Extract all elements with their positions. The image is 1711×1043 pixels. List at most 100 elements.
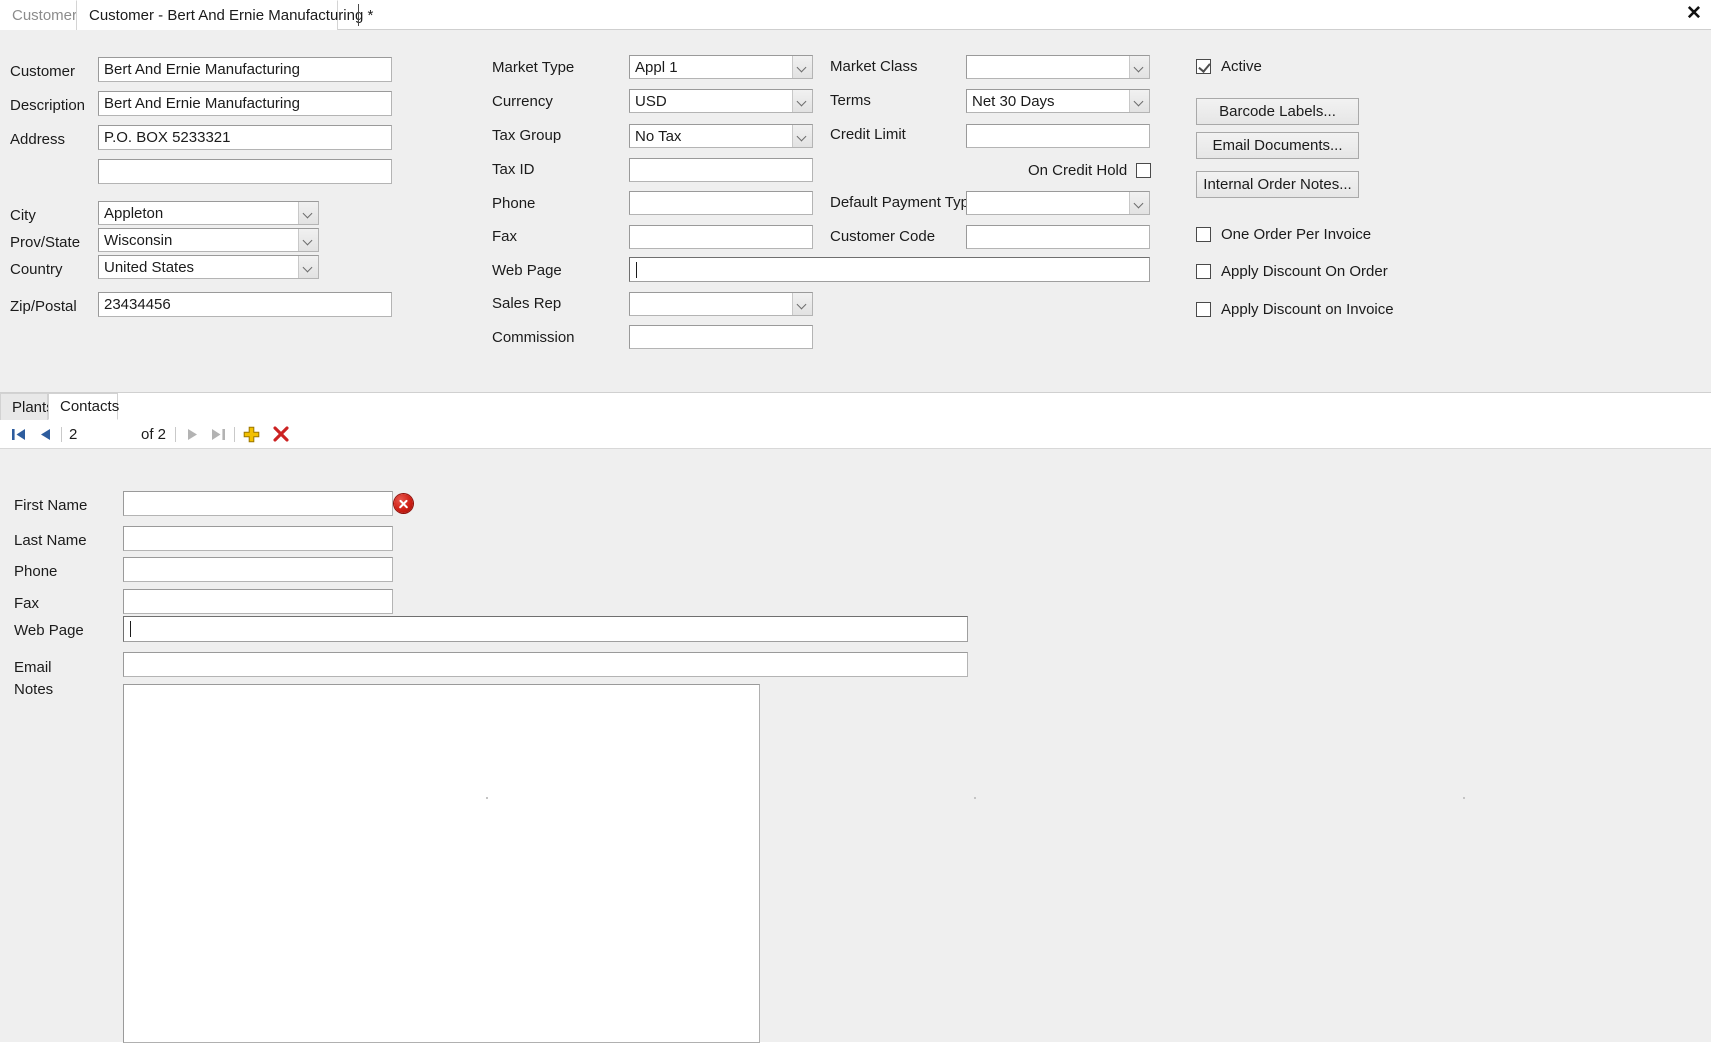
chevron-down-icon[interactable] — [1129, 56, 1149, 78]
record-navigation-toolbar: 2 of 2 — [0, 420, 1711, 448]
close-icon[interactable]: ✕ — [1683, 2, 1705, 24]
main-tab-strip: Customers Customer - Bert And Ernie Manu… — [0, 0, 1711, 30]
address-label: Address — [10, 131, 66, 148]
tab-customer-detail-label: Customer - Bert And Ernie Manufacturing … — [89, 7, 374, 24]
barcode-labels-button[interactable]: Barcode Labels... — [1196, 98, 1359, 125]
sub-tab-plants[interactable]: Plants — [0, 393, 54, 420]
terms-combobox[interactable]: Net 30 Days — [966, 89, 1150, 113]
on-credit-hold-checkbox[interactable]: On Credit Hold — [1028, 162, 1152, 179]
chevron-down-icon[interactable] — [298, 256, 318, 278]
sales-rep-combobox[interactable] — [629, 292, 813, 316]
prov-state-combobox[interactable]: Wisconsin — [98, 228, 319, 252]
contact-web-page-label: Web Page — [14, 622, 84, 639]
email-documents-button[interactable]: Email Documents... — [1196, 132, 1359, 159]
error-icon[interactable] — [394, 494, 413, 513]
contact-phone-label: Phone — [14, 563, 58, 580]
description-input[interactable]: Bert And Ernie Manufacturing — [98, 91, 392, 116]
previous-record-icon[interactable] — [32, 421, 58, 447]
zip-postal-label: Zip/Postal — [10, 298, 77, 315]
chevron-down-icon[interactable] — [298, 202, 318, 224]
market-type-combobox[interactable]: Appl 1 — [629, 55, 813, 79]
checkbox-box[interactable] — [1196, 302, 1211, 317]
apply-discount-on-invoice-label: Apply Discount on Invoice — [1221, 301, 1394, 318]
credit-limit-label: Credit Limit — [830, 126, 906, 143]
checkbox-box[interactable] — [1196, 227, 1211, 242]
currency-combobox[interactable]: USD — [629, 89, 813, 113]
delete-record-icon[interactable] — [268, 421, 294, 447]
default-payment-type-combobox[interactable] — [966, 191, 1150, 215]
apply-discount-on-order-checkbox[interactable]: Apply Discount On Order — [1196, 263, 1388, 280]
prov-state-value: Wisconsin — [104, 231, 173, 249]
contact-detail-panel: First Name Last Name Phone Fax Web Page … — [0, 448, 1711, 1043]
one-order-per-invoice-checkbox[interactable]: One Order Per Invoice — [1196, 226, 1371, 243]
fax-input[interactable] — [629, 225, 813, 249]
commission-label: Commission — [492, 329, 575, 346]
text-caret — [130, 621, 131, 637]
country-value: United States — [104, 258, 195, 276]
chevron-down-icon[interactable] — [792, 56, 812, 78]
currency-value: USD — [635, 92, 667, 110]
currency-label: Currency — [492, 93, 553, 110]
first-record-icon[interactable] — [6, 421, 32, 447]
commission-input[interactable] — [629, 325, 813, 349]
chevron-down-icon[interactable] — [792, 293, 812, 315]
last-name-label: Last Name — [14, 532, 87, 549]
on-credit-hold-label: On Credit Hold — [1028, 162, 1128, 179]
web-page-label: Web Page — [492, 262, 562, 279]
chevron-down-icon[interactable] — [1129, 90, 1149, 112]
web-page-input[interactable] — [629, 257, 1150, 282]
chevron-down-icon[interactable] — [1129, 192, 1149, 214]
phone-input[interactable] — [629, 191, 813, 215]
contact-notes-label: Notes — [14, 681, 54, 694]
terms-value: Net 30 Days — [972, 92, 1055, 110]
contact-notes-textarea[interactable] — [123, 684, 760, 1043]
contact-email-input[interactable] — [123, 652, 968, 677]
tax-group-label: Tax Group — [492, 127, 562, 144]
last-name-input[interactable] — [123, 526, 393, 551]
chevron-down-icon[interactable] — [298, 229, 318, 251]
market-class-label: Market Class — [830, 58, 918, 75]
checkbox-box[interactable] — [1136, 163, 1152, 178]
current-record-input[interactable]: 2 — [65, 424, 117, 444]
checkbox-box[interactable] — [1196, 264, 1211, 279]
credit-limit-input[interactable] — [966, 124, 1150, 148]
chevron-down-icon[interactable] — [792, 90, 812, 112]
contact-fax-input[interactable] — [123, 589, 393, 614]
chevron-down-icon[interactable] — [792, 125, 812, 147]
tax-group-combobox[interactable]: No Tax — [629, 124, 813, 148]
first-name-input[interactable] — [123, 491, 393, 516]
tab-customers[interactable]: Customers — [0, 0, 85, 30]
add-record-icon[interactable] — [238, 421, 264, 447]
contact-phone-input[interactable] — [123, 557, 393, 582]
sub-tab-contacts[interactable]: Contacts — [48, 393, 120, 420]
country-combobox[interactable]: United States — [98, 255, 319, 279]
address-line2-input[interactable] — [98, 159, 392, 184]
tax-group-value: No Tax — [635, 127, 682, 145]
city-label: City — [10, 207, 36, 224]
sub-tab-contacts-label: Contacts — [60, 398, 120, 415]
customer-code-input[interactable] — [966, 225, 1150, 249]
first-name-label: First Name — [14, 497, 88, 514]
tab-caret — [358, 4, 359, 26]
market-class-combobox[interactable] — [966, 55, 1150, 79]
sales-rep-label: Sales Rep — [492, 295, 562, 312]
last-record-icon[interactable] — [205, 421, 231, 447]
contact-web-page-input[interactable] — [123, 616, 968, 642]
city-combobox[interactable]: Appleton — [98, 201, 319, 225]
address-line1-input[interactable]: P.O. BOX 5233321 — [98, 125, 392, 150]
fax-label: Fax — [492, 228, 518, 245]
next-record-icon[interactable] — [179, 421, 205, 447]
contact-email-label: Email — [14, 659, 52, 676]
zip-postal-input[interactable]: 23434456 — [98, 292, 392, 317]
customer-input[interactable]: Bert And Ernie Manufacturing — [98, 57, 392, 82]
terms-label: Terms — [830, 92, 871, 109]
apply-discount-on-invoice-checkbox[interactable]: Apply Discount on Invoice — [1196, 301, 1394, 318]
internal-order-notes-button[interactable]: Internal Order Notes... — [1196, 171, 1359, 198]
tab-customer-detail[interactable]: Customer - Bert And Ernie Manufacturing … — [76, 0, 373, 30]
tab-customers-label: Customers — [12, 6, 85, 24]
description-label: Description — [10, 97, 86, 114]
tax-id-input[interactable] — [629, 158, 813, 182]
checkbox-box[interactable] — [1196, 59, 1211, 74]
active-checkbox[interactable]: Active — [1196, 58, 1262, 75]
record-total-label: of 2 — [141, 425, 167, 443]
